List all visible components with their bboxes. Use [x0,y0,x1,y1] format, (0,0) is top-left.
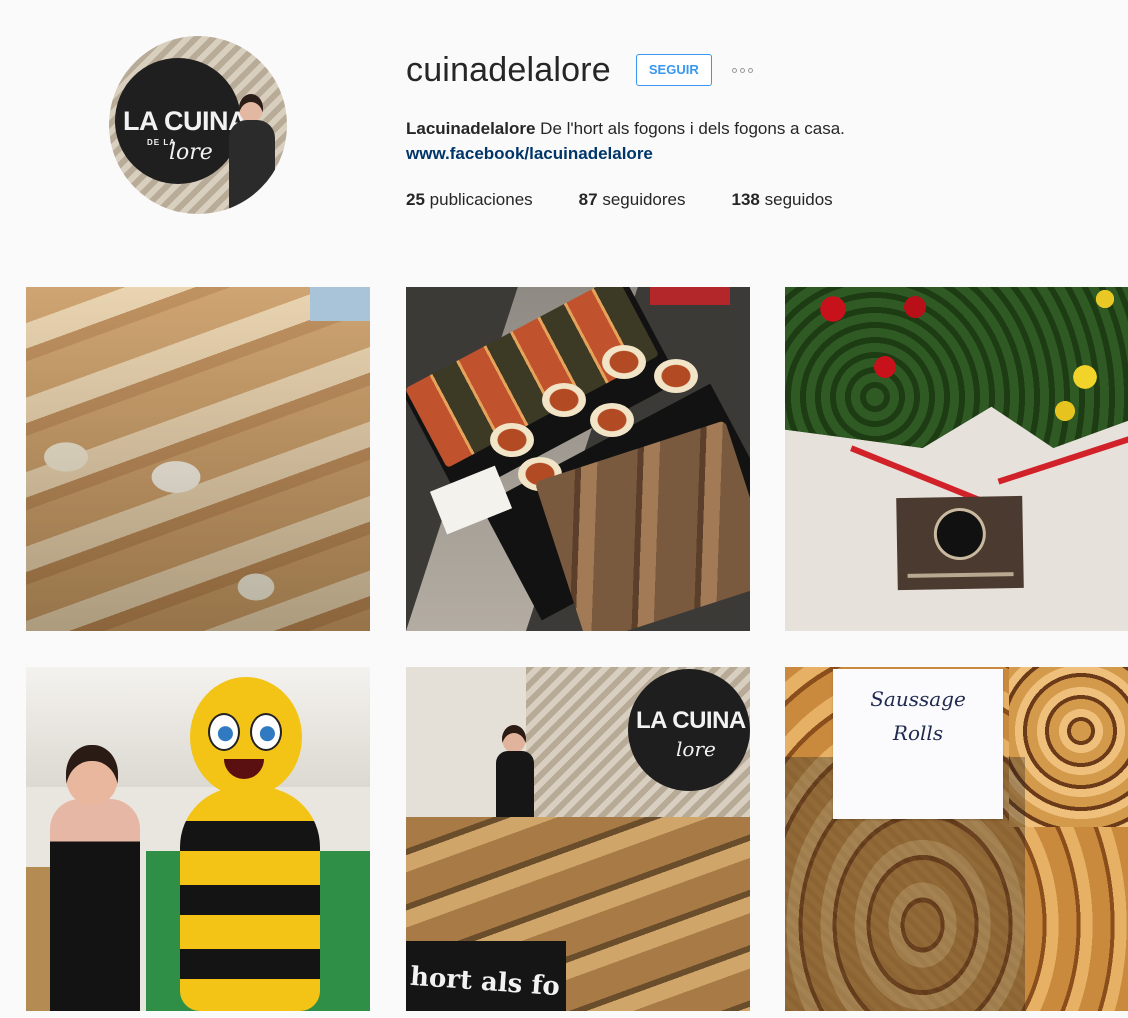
bee-mascot-body [180,787,320,1011]
avatar-person [227,94,277,214]
woman-figure-body [50,799,140,1011]
person-head [502,725,526,753]
tart [654,359,698,393]
tart [602,345,646,379]
sausage-rolls-sign: Saussage Rolls [833,669,1003,819]
bio-full-name: Lacuinadelalore [406,119,536,138]
profile-username: cuinadelalore [406,51,611,89]
post-thumbnail-bee-mascot[interactable] [26,667,370,1011]
bee-eye [250,713,282,751]
profile-bio: Lacuinadelalore De l'hort als fogons i d… [406,116,845,166]
avatar-person-body [229,120,275,214]
avatar-logo-script: lore [169,140,213,165]
card-text-bar [907,572,1014,578]
tart [490,423,534,457]
follow-button[interactable]: SEGUIR [635,54,712,86]
woman-figure-head [66,745,118,805]
stat-following[interactable]: 138 seguidos [732,187,833,213]
sausage-rolls-sign-line2: Rolls [892,721,944,745]
photo-shade [26,287,370,631]
instagram-profile-page: LA CUINA DE LA lore cuinadelalore SEGUIR… [0,0,1128,1018]
profile-header: LA CUINA DE LA lore cuinadelalore SEGUIR… [0,0,1128,250]
sausage-rolls-tray [1009,667,1128,827]
stat-followers[interactable]: 87 seguidores [579,187,686,213]
post-thumbnail-market-stand[interactable]: LA CUINA lore hort als fo [406,667,750,1011]
bio-text: De l'hort als fogons i dels fogons a cas… [540,119,845,138]
avatar-person-head [239,94,263,122]
stand-sign-title: LA CUINA [636,707,746,734]
username-row: cuinadelalore SEGUIR [406,48,760,92]
business-card [896,495,1024,591]
bee-mascot-head [190,677,302,797]
stat-following-count: 138 [731,190,760,209]
profile-stats: 25 publicaciones 87 seguidores 138 segui… [406,187,833,213]
photo-background-detail [310,287,370,321]
photo-grid: LA CUINA lore hort als fo Saussage Rolls [26,287,1128,1018]
stat-following-label: seguidos [764,190,833,209]
tart [542,383,586,417]
card-logo [936,510,984,558]
more-options-icon [732,67,754,73]
stat-posts[interactable]: 25 publicaciones [406,187,533,213]
photo-background-detail [650,287,730,305]
stat-followers-label: seguidores [602,190,686,209]
stat-posts-label: publicaciones [429,190,533,209]
post-thumbnail-roses-card[interactable] [785,287,1128,631]
options-button[interactable] [726,54,760,86]
post-thumbnail-pastry-rolls[interactable] [26,287,370,631]
stand-sign-script: lore [676,737,716,761]
stat-followers-count: 87 [578,190,598,209]
bee-eye [208,713,240,751]
profile-avatar[interactable]: LA CUINA DE LA lore [109,36,287,214]
bee-mouth [224,759,264,779]
tart [590,403,634,437]
stat-posts-count: 25 [406,190,425,209]
bio-website-link[interactable]: www.facebook/lacuinadelalore [406,141,845,166]
sausage-rolls-sign-line1: Saussage [870,687,966,711]
post-thumbnail-sausage-rolls[interactable]: Saussage Rolls [785,667,1128,1011]
rose-bushes [785,287,1128,448]
post-thumbnail-pizzas-tarts[interactable] [406,287,750,631]
